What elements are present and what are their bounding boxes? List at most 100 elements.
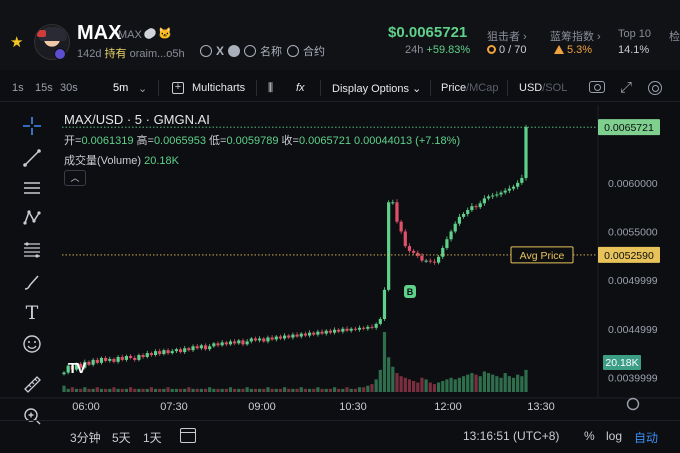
volume-bar xyxy=(91,388,95,392)
candle-body xyxy=(124,356,129,360)
candle-body xyxy=(62,372,66,375)
y-tick-label: 0.0044999 xyxy=(608,324,658,336)
candle-body xyxy=(337,329,341,332)
candle-body xyxy=(420,255,424,261)
range-3min[interactable]: 3分钟 xyxy=(70,429,101,446)
volume-bar xyxy=(399,376,403,392)
candle-body xyxy=(174,349,178,352)
candle-body xyxy=(262,338,266,342)
candle-body xyxy=(374,323,378,328)
candle-body xyxy=(87,361,91,365)
volume-bar xyxy=(374,379,378,392)
volume-bar xyxy=(412,380,416,392)
volume-bar xyxy=(116,388,120,392)
clock-time[interactable]: 13:16:51 (UTC+8) xyxy=(463,429,559,443)
candle-body xyxy=(153,351,158,356)
volume-bar xyxy=(524,369,528,392)
x-tick-label: 09:00 xyxy=(248,401,276,413)
close-value: 0.0065721 xyxy=(298,135,351,147)
volume-bar xyxy=(220,388,224,392)
volume-bar xyxy=(99,388,104,392)
candle-body xyxy=(345,328,349,331)
volume-bar xyxy=(332,387,337,392)
volume-bar xyxy=(141,388,145,392)
volume-bar xyxy=(145,388,149,392)
candle-body xyxy=(104,357,108,361)
candle-body xyxy=(191,346,195,351)
candle-body xyxy=(303,333,308,336)
collapse-legend-button[interactable]: ︿ xyxy=(64,170,86,186)
volume-bar xyxy=(312,388,316,392)
candle-body xyxy=(270,337,274,340)
range-1d[interactable]: 1天 xyxy=(143,429,162,446)
volume-bar xyxy=(120,388,124,392)
candle-body xyxy=(503,190,507,193)
volume-bar xyxy=(282,387,287,392)
volume-bar xyxy=(428,382,432,392)
volume-bar xyxy=(153,388,158,392)
candle-body xyxy=(145,353,149,357)
x-tick-label: 12:00 xyxy=(434,401,462,413)
axis-settings-gear-icon xyxy=(626,397,640,411)
volume-bar xyxy=(70,387,74,392)
volume-bar xyxy=(299,387,303,392)
candle-body xyxy=(253,338,258,341)
volume-bar xyxy=(378,369,382,392)
candle-body xyxy=(453,223,457,232)
volume-bar xyxy=(520,376,524,392)
volume-bar xyxy=(482,371,486,392)
candle-body xyxy=(478,203,482,208)
x-tick-label: 07:30 xyxy=(160,401,188,413)
candle-body xyxy=(349,328,353,331)
volume-bar xyxy=(328,388,332,392)
log-toggle[interactable]: log xyxy=(606,429,622,443)
volume-bar xyxy=(137,388,141,392)
price-chart[interactable]: 0.0039999 0.0044999 0.0049999 0.0055000 0.00… xyxy=(0,0,680,453)
volume-bar xyxy=(466,374,470,392)
volume-bar xyxy=(79,388,83,392)
candle-body xyxy=(183,348,187,353)
candle-body xyxy=(357,327,362,330)
volume-bar xyxy=(387,357,391,392)
candle-body xyxy=(466,210,470,214)
volume-bar xyxy=(266,387,270,392)
candle-body xyxy=(328,330,332,333)
volume-bar xyxy=(453,379,457,392)
volume-bar xyxy=(420,377,424,392)
volume-bar xyxy=(191,388,195,392)
goto-date-icon[interactable] xyxy=(180,428,196,443)
volume-bar xyxy=(491,374,495,392)
candle-body xyxy=(407,246,412,251)
volume-bar xyxy=(503,373,507,392)
y-tick-label: 0.0055000 xyxy=(608,226,658,238)
volume-bar xyxy=(108,388,112,392)
volume-bar xyxy=(104,388,108,392)
candle-body xyxy=(495,194,499,196)
candle-body xyxy=(295,334,299,337)
candle-body xyxy=(149,353,154,356)
candle-body xyxy=(187,348,191,351)
range-5d[interactable]: 5天 xyxy=(112,429,131,446)
candle-body xyxy=(116,356,120,362)
volume-bar xyxy=(83,387,87,392)
auto-scale-toggle[interactable]: 自动 xyxy=(634,429,658,446)
volume-bar xyxy=(262,388,266,392)
volume-bar xyxy=(303,388,308,392)
volume-bar xyxy=(499,377,503,392)
percent-toggle[interactable]: % xyxy=(584,429,595,443)
volume-bar xyxy=(87,388,91,392)
candle-body xyxy=(432,261,437,263)
candle-body xyxy=(399,221,403,232)
volume-bar xyxy=(158,388,162,392)
candle-body xyxy=(307,332,312,336)
volume-bar xyxy=(74,388,79,392)
volume-bar xyxy=(349,388,353,392)
volume-bar xyxy=(395,373,399,392)
volume-readout: 成交量(Volume) 20.18K xyxy=(64,155,179,167)
candle-body xyxy=(316,331,320,335)
candle-body xyxy=(245,341,249,345)
candle-body xyxy=(282,335,287,339)
volume-bar xyxy=(149,387,154,392)
candle-body xyxy=(199,345,203,349)
candle-body xyxy=(428,260,432,262)
